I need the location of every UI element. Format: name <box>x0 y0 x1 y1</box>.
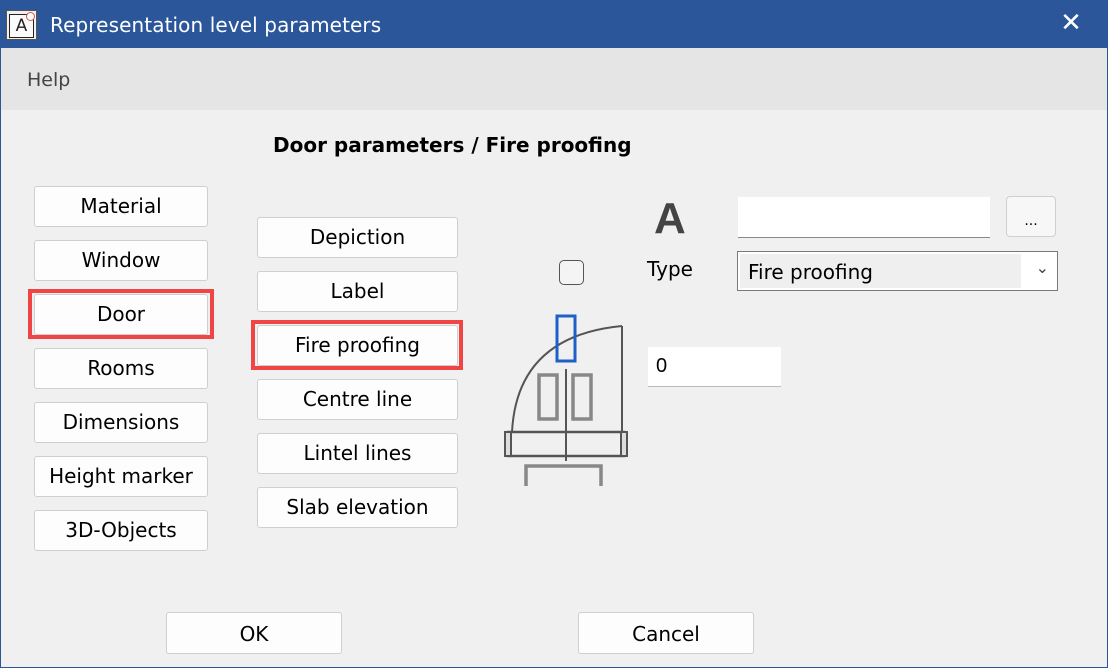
category-height-marker-button[interactable]: Height marker <box>34 456 208 497</box>
text-style-field[interactable] <box>738 197 990 238</box>
menu-help[interactable]: Help <box>27 69 70 91</box>
dialog-window: A Representation level parameters ✕ Help… <box>0 0 1108 668</box>
type-dropdown[interactable]: Fire proofing ⌄ <box>737 251 1058 291</box>
category-window-button[interactable]: Window <box>34 240 208 281</box>
subcategory-centre-line-button[interactable]: Centre line <box>257 379 458 420</box>
menu-bar: Help <box>1 48 1107 110</box>
category-dimensions-button[interactable]: Dimensions <box>34 402 208 443</box>
title-bar[interactable]: A Representation level parameters ✕ <box>1 1 1107 48</box>
value-field[interactable] <box>648 347 781 387</box>
preview-checkbox[interactable] <box>559 260 584 285</box>
page-heading: Door parameters / Fire proofing <box>273 133 632 157</box>
subcategory-slab-elevation-button[interactable]: Slab elevation <box>257 487 458 528</box>
subcategory-lintel-lines-button[interactable]: Lintel lines <box>257 433 458 474</box>
type-label: Type <box>647 257 693 281</box>
subcategory-label-button[interactable]: Label <box>257 271 458 312</box>
chevron-down-icon: ⌄ <box>1035 258 1049 277</box>
font-style-icon: A <box>654 194 686 243</box>
cancel-button[interactable]: Cancel <box>578 612 754 654</box>
close-icon[interactable]: ✕ <box>1053 7 1089 41</box>
subcategory-fire-proofing-button[interactable]: Fire proofing <box>257 325 458 366</box>
category-3d-objects-button[interactable]: 3D-Objects <box>34 510 208 551</box>
category-rooms-button[interactable]: Rooms <box>34 348 208 389</box>
app-a-icon: A <box>6 10 37 40</box>
browse-button[interactable]: ... <box>1006 196 1056 237</box>
category-door-button[interactable]: Door <box>34 294 208 335</box>
window-title: Representation level parameters <box>50 13 382 37</box>
type-dropdown-value: Fire proofing <box>740 254 1021 288</box>
ok-button[interactable]: OK <box>166 612 342 654</box>
subcategory-depiction-button[interactable]: Depiction <box>257 217 458 258</box>
category-material-button[interactable]: Material <box>34 186 208 227</box>
door-preview-icon <box>504 314 628 486</box>
